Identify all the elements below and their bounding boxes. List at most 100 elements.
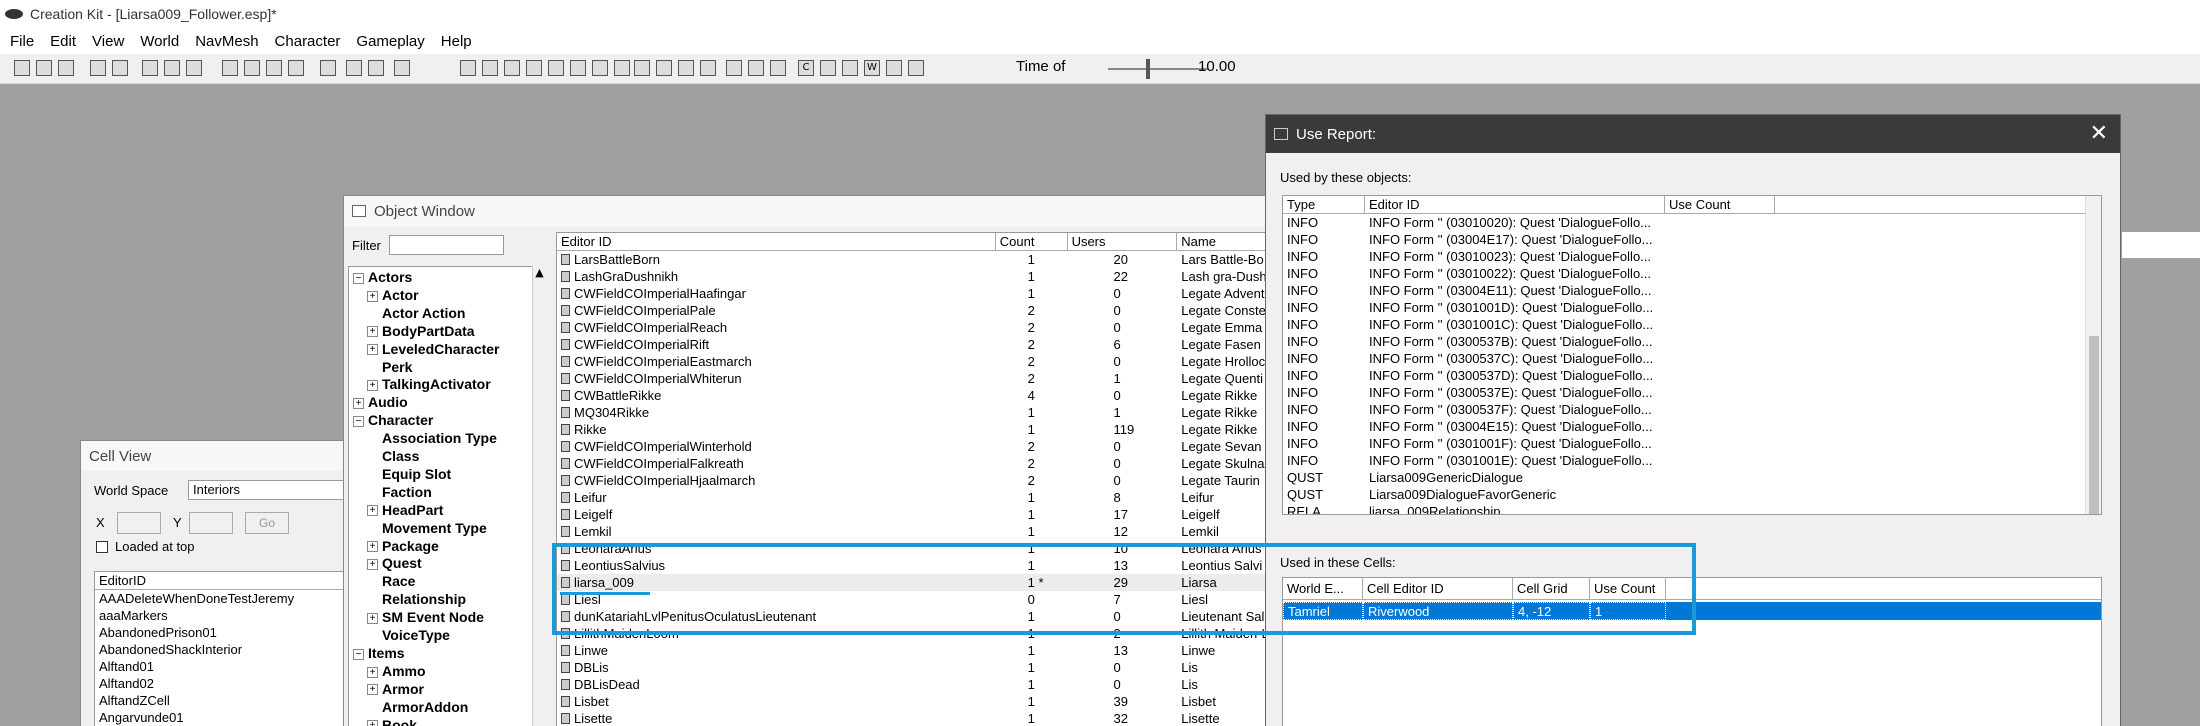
table-row[interactable]: LashGraDushnikh 1 22 Lash gra-Dush [557,268,1272,285]
toolbar-button-icon[interactable] [614,60,630,76]
table-row[interactable]: CWFieldCOImperialRift 2 6 Legate Fasen [557,336,1272,353]
table-row[interactable]: CWFieldCOImperialFalkreath 2 0 Legate Skuln… [557,455,1272,472]
table-row[interactable]: CWFieldCOImperialWinterhold 2 0 Legate Seva… [557,438,1272,455]
tree-scrollbar[interactable]: ▲ [532,266,546,726]
tree-node[interactable]: + BodyPartData [367,323,475,339]
menu-view[interactable]: View [84,33,132,50]
toolbar-button-icon[interactable] [634,60,650,76]
tree-node[interactable]: + LeveledCharacter [367,341,500,357]
toolbar-button-icon[interactable] [346,60,362,76]
table-row[interactable]: RELA liarsa_009Relationship [1283,503,2101,514]
toolbar-button-icon[interactable] [142,60,158,76]
table-row[interactable]: CWBattleRikke 4 0 Legate Rikke [557,387,1272,404]
collapse-icon[interactable]: − [353,272,364,284]
toolbar-button-icon[interactable] [394,60,410,76]
toolbar-button-icon[interactable] [482,60,498,76]
table-row[interactable]: INFO INFO Form '' (0301001C): Quest 'Dial… [1283,316,2101,333]
menu-gameplay[interactable]: Gameplay [348,33,432,50]
toolbar-button-icon[interactable] [90,60,106,76]
menu-character[interactable]: Character [267,33,349,50]
toolbar-button-icon[interactable] [678,60,694,76]
table-row[interactable]: INFO INFO Form '' (03004E17): Quest 'Dial… [1283,231,2101,248]
tree-node[interactable]: + Package [367,538,439,554]
toolbar-button-icon[interactable] [504,60,520,76]
expand-icon[interactable]: + [367,720,378,726]
table-row[interactable]: CWFieldCOImperialReach 2 0 Legate Emma [557,319,1272,336]
toolbar-button-icon[interactable] [244,60,260,76]
toolbar-button-icon[interactable] [592,60,608,76]
toolbar-button-icon[interactable] [842,60,858,76]
table-row[interactable]: INFO INFO Form '' (0301001D): Quest 'Dial… [1283,299,2101,316]
tree-node[interactable]: − Character [353,412,433,428]
toolbar-button-icon[interactable] [886,60,902,76]
table-row[interactable]: Lisette 1 32 Lisette [557,710,1272,726]
tree-node[interactable]: Race [367,573,415,589]
time-of-day-slider[interactable] [1108,68,1208,70]
table-row[interactable]: CWFieldCOImperialHjaalmarch 2 0 Legate Taur… [557,472,1272,489]
scrollbar-thumb[interactable] [2089,336,2099,514]
table-row[interactable]: LarsBattleBorn 1 20 Lars Battle-Bo [557,251,1272,268]
tree-node[interactable]: + Ammo [367,663,426,679]
table-row[interactable]: INFO INFO Form '' (03004E11): Quest 'Dial… [1283,282,2101,299]
table-row[interactable]: DBLis 1 0 Lis [557,659,1272,676]
expand-icon[interactable]: + [367,505,378,517]
toolbar-button-icon[interactable]: W [864,60,880,76]
toolbar-button-icon[interactable] [164,60,180,76]
table-row[interactable]: CWFieldCOImperialHaafingar 1 0 Legate Adven… [557,285,1272,302]
toolbar-button-icon[interactable] [320,60,336,76]
filter-input[interactable] [389,235,504,255]
table-row[interactable]: INFO INFO Form '' (03010022): Quest 'Dial… [1283,265,2101,282]
toolbar-button-icon[interactable] [726,60,742,76]
toolbar-button-icon[interactable] [570,60,586,76]
used-by-scrollbar[interactable] [2085,196,2101,514]
tree-node[interactable]: Perk [367,359,412,375]
table-row[interactable]: DBLisDead 1 0 Lis [557,676,1272,693]
toolbar-button-icon[interactable] [36,60,52,76]
tree-node[interactable]: + Book [367,717,417,726]
menu-navmesh[interactable]: NavMesh [187,33,266,50]
table-row[interactable]: INFO INFO Form '' (0300537D): Quest 'Dial… [1283,367,2101,384]
toolbar-button-icon[interactable] [460,60,476,76]
expand-icon[interactable]: + [367,559,378,571]
table-row[interactable]: INFO INFO Form '' (0300537F): Quest 'Dial… [1283,401,2101,418]
toolbar-button-icon[interactable]: C [798,60,814,76]
menu-help[interactable]: Help [433,33,480,50]
expand-icon[interactable]: + [367,666,378,678]
tree-node[interactable]: Class [367,448,419,464]
table-row[interactable]: Leigelf 1 17 Leigelf [557,506,1272,523]
use-count-column-header[interactable]: Use Count [1665,196,1775,213]
tree-node[interactable]: Association Type [367,430,497,446]
table-row[interactable]: QUST Liarsa009GenericDialogue [1283,469,2101,486]
toolbar-button-icon[interactable] [548,60,564,76]
toolbar-button-icon[interactable] [700,60,716,76]
table-row[interactable]: CWFieldCOImperialEastmarch 2 0 Legate Hroll… [557,353,1272,370]
toolbar-button-icon[interactable] [368,60,384,76]
close-icon[interactable]: ✕ [2090,121,2108,146]
toolbar-button-icon[interactable] [770,60,786,76]
expand-icon[interactable]: + [367,344,378,356]
tree-node[interactable]: Equip Slot [367,466,451,482]
table-row[interactable]: QUST Liarsa009DialogueFavorGeneric [1283,486,2101,503]
expand-icon[interactable]: + [367,541,378,553]
toolbar-button-icon[interactable] [112,60,128,76]
tree-node[interactable]: − Items [353,645,405,661]
expand-icon[interactable]: + [367,290,378,302]
tree-node[interactable]: Faction [367,484,432,500]
table-row[interactable]: Lisbet 1 39 Lisbet [557,693,1272,710]
loaded-at-top-checkbox[interactable] [96,541,108,553]
table-row[interactable]: Linwe 1 13 Linwe [557,642,1272,659]
toolbar-button-icon[interactable] [186,60,202,76]
table-row[interactable]: MQ304Rikke 1 1 Legate Rikke [557,404,1272,421]
expand-icon[interactable]: + [367,612,378,624]
table-row[interactable]: INFO INFO Form '' (03010020): Quest 'Dial… [1283,214,2101,231]
tree-node[interactable]: + TalkingActivator [367,376,491,392]
table-row[interactable]: INFO INFO Form '' (0300537C): Quest 'Dial… [1283,350,2101,367]
type-column-header[interactable]: Type [1283,196,1365,213]
editor-id-column-header[interactable]: Editor ID [557,233,996,250]
tree-node[interactable]: VoiceType [367,627,450,643]
table-row[interactable]: CWFieldCOImperialPale 2 0 Legate Conste [557,302,1272,319]
table-row[interactable]: Leifur 1 8 Leifur [557,489,1272,506]
toolbar-button-icon[interactable] [288,60,304,76]
expand-icon[interactable]: + [367,380,378,392]
editor-id-column-header[interactable]: Editor ID [1365,196,1665,213]
